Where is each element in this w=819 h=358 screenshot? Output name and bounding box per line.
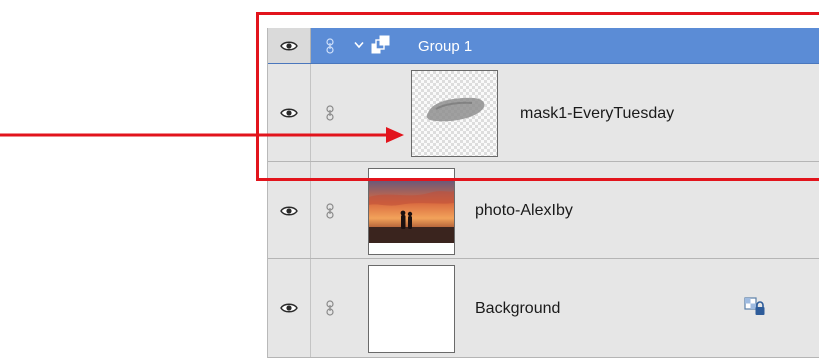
link-icon[interactable] (325, 105, 335, 121)
layer-row-group[interactable]: Group 1 (268, 28, 819, 64)
layer-name-label: Background (475, 300, 561, 317)
layer-row-photo[interactable]: photo-AlexIby (268, 162, 819, 259)
visibility-cell[interactable] (268, 64, 311, 161)
layer-row-background[interactable]: Background (268, 259, 819, 358)
visibility-cell[interactable] (268, 162, 311, 258)
white-thumbnail[interactable] (368, 265, 455, 353)
layer-name-label: photo-AlexIby (475, 202, 573, 219)
screenshot-stage: Group 1 mask1-EveryTuesday photo-AlexIby… (0, 0, 819, 358)
mask-thumbnail[interactable] (411, 70, 498, 157)
chevron-down-icon[interactable] (354, 41, 364, 49)
brush-stroke-shape (426, 97, 485, 122)
eye-icon[interactable] (280, 302, 298, 314)
link-icon[interactable] (325, 203, 335, 219)
group-name-label: Group 1 (418, 38, 473, 55)
folder-group-icon (371, 35, 390, 54)
visibility-cell[interactable] (268, 259, 311, 357)
eye-icon[interactable] (280, 205, 298, 217)
layer-name-label: mask1-EveryTuesday (520, 105, 675, 122)
link-icon[interactable] (325, 300, 335, 316)
sunset-photo-image (369, 169, 454, 254)
eye-icon[interactable] (280, 40, 298, 52)
eye-icon[interactable] (280, 107, 298, 119)
link-icon[interactable] (325, 38, 335, 54)
layers-panel: Group 1 mask1-EveryTuesday photo-AlexIby… (267, 28, 819, 358)
lock-icon[interactable] (744, 297, 766, 317)
layer-row-mask[interactable]: mask1-EveryTuesday (268, 64, 819, 162)
visibility-cell[interactable] (268, 28, 311, 63)
photo-thumbnail[interactable] (368, 168, 455, 255)
